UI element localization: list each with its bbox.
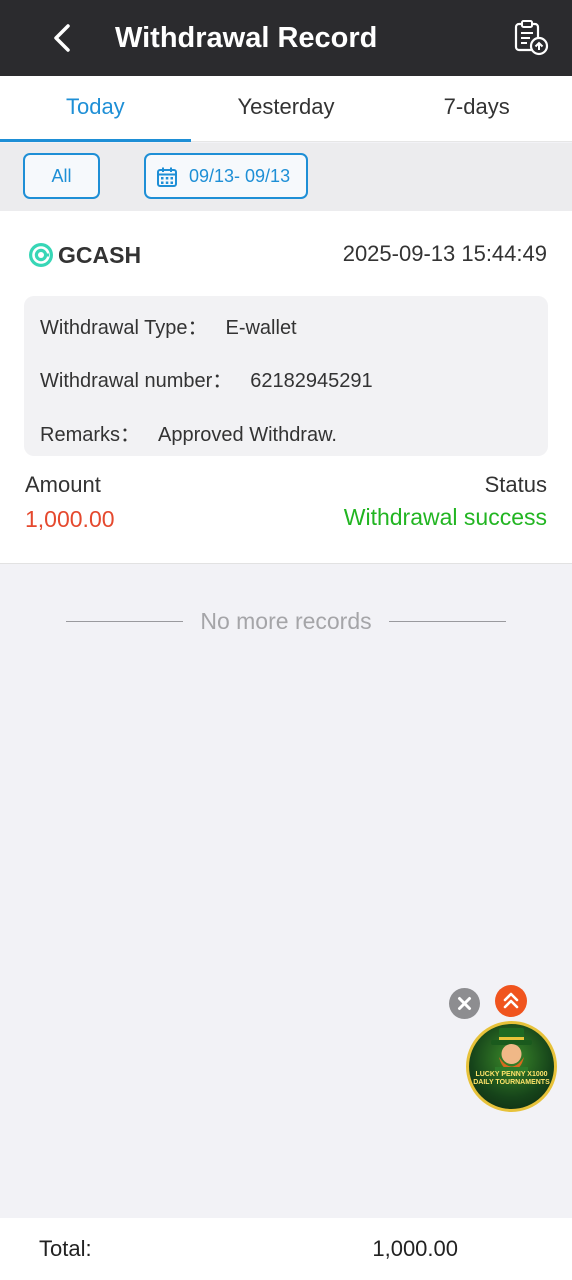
export-record-button[interactable] (512, 18, 552, 58)
scroll-top-button[interactable] (495, 985, 527, 1017)
withdrawal-number-value: 62182945291 (250, 370, 373, 392)
withdrawal-record-card[interactable]: GCASH 2025-09-13 15:44:49 Withdrawal Typ… (0, 211, 572, 564)
payment-method: GCASH (28, 241, 141, 269)
calendar-icon (157, 167, 177, 187)
close-icon (458, 997, 471, 1010)
date-range-text: 09/13- 09/13 (189, 166, 291, 186)
date-range-button[interactable]: 09/13- 09/13 (144, 153, 308, 199)
tab-7-days[interactable]: 7-days (381, 76, 572, 141)
promo-banner[interactable]: LUCKY PENNY X1000 DAILY TOURNAMENTS (466, 1021, 557, 1112)
remarks-label: Remarks： (40, 424, 141, 446)
back-button[interactable] (46, 18, 82, 58)
remarks-value: Approved Withdraw. (158, 424, 337, 446)
filter-bar: All 09/13- 09/13 (0, 143, 572, 211)
total-value: 1,000.00 (372, 1236, 458, 1261)
record-datetime: 2025-09-13 15:44:49 (342, 241, 547, 266)
promo-line-1: LUCKY PENNY X1000 (475, 1071, 548, 1078)
record-details: Withdrawal Type： E-wallet Withdrawal numb… (24, 296, 548, 456)
withdrawal-type-label: Withdrawal Type： (40, 317, 208, 339)
payment-method-name: GCASH (58, 241, 142, 268)
total-footer: Total: 1,000.00 (0, 1218, 572, 1280)
divider-right (389, 621, 506, 622)
tab-yesterday[interactable]: Yesterday (191, 76, 382, 141)
double-chevron-up-icon (503, 992, 519, 1009)
total-label: Total: (39, 1236, 92, 1261)
amount-label: Amount (25, 472, 101, 497)
tab-today[interactable]: Today (0, 76, 191, 142)
no-more-records-text: No more records (200, 608, 372, 634)
divider-left (66, 621, 183, 622)
list-end-indicator: No more records (0, 604, 572, 638)
status-label: Status (484, 472, 547, 497)
leprechaun-image (491, 1028, 532, 1072)
remarks-row: Remarks： Approved Withdraw. (40, 418, 337, 447)
page-title: Withdrawal Record (115, 22, 378, 54)
close-promo-button[interactable] (449, 988, 480, 1019)
app-header: Withdrawal Record (0, 0, 572, 76)
gcash-logo-icon (29, 243, 53, 267)
withdrawal-type-value: E-wallet (225, 317, 297, 339)
chevron-left-icon (54, 24, 70, 52)
promo-line-2: DAILY TOURNAMENTS (473, 1079, 550, 1086)
withdrawal-type-row: Withdrawal Type： E-wallet (40, 311, 297, 340)
amount-value: 1,000.00 (25, 506, 115, 532)
promo-text: LUCKY PENNY X1000 DAILY TOURNAMENTS (469, 1071, 554, 1087)
date-tabs: Today Yesterday 7-days (0, 76, 572, 142)
type-filter-button[interactable]: All (23, 153, 100, 199)
withdrawal-number-row: Withdrawal number： 62182945291 (40, 364, 373, 393)
clipboard-upload-icon (514, 20, 549, 56)
withdrawal-number-label: Withdrawal number： (40, 370, 233, 392)
status-value: Withdrawal success (343, 504, 547, 530)
